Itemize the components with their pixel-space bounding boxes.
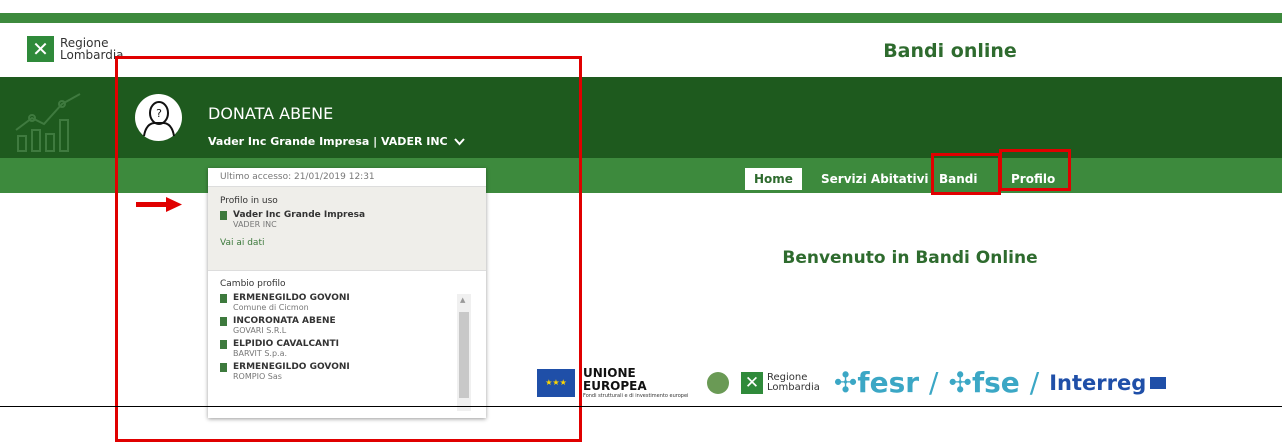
regione-lombardia-logo[interactable]: ✕ Regione Lombardia	[27, 36, 124, 62]
top-accent-bar	[0, 13, 1282, 23]
footer-logo-line2: Lombardia	[767, 382, 820, 393]
site-title[interactable]: Bandi online	[760, 40, 1140, 62]
fse-logo: ✣fse	[948, 366, 1020, 399]
welcome-heading: Benvenuto in Bandi Online	[782, 248, 1038, 268]
nav-servizi-abitativi[interactable]: Servizi Abitativi	[812, 168, 938, 190]
logo-line2: Lombardia	[60, 48, 124, 62]
footer-logos: ★★★ UNIONE EUROPEA Fondi strutturali e d…	[537, 366, 1282, 399]
fesr-icon: ✣	[833, 366, 858, 399]
italian-republic-emblem-icon	[707, 372, 729, 394]
regione-lombardia-emblem-icon: ✕	[741, 372, 763, 394]
eu-flag-icon: ★★★	[537, 369, 575, 397]
highlight-bandi	[931, 153, 1001, 195]
regione-lombardia-emblem-icon: ✕	[27, 36, 54, 62]
fse-icon: ✣	[948, 366, 972, 399]
chart-decoration-icon	[15, 93, 81, 152]
eu-title: UNIONE EUROPEA	[583, 366, 647, 393]
fesr-logo: ✣fesr	[833, 366, 920, 399]
highlight-profilo	[999, 149, 1071, 191]
highlight-profile-menu	[115, 56, 582, 442]
interreg-logo: Interreg	[1049, 371, 1147, 395]
logo-separator: /	[1029, 366, 1040, 399]
eu-flag-small-icon	[1150, 377, 1167, 389]
nav-home[interactable]: Home	[745, 168, 802, 190]
bottom-divider	[0, 406, 1282, 407]
footer-regione-logo: ✕ Regione Lombardia	[741, 372, 820, 394]
logo-separator: /	[929, 366, 939, 399]
eu-subtitle: Fondi strutturali e di investimento euro…	[583, 393, 689, 399]
